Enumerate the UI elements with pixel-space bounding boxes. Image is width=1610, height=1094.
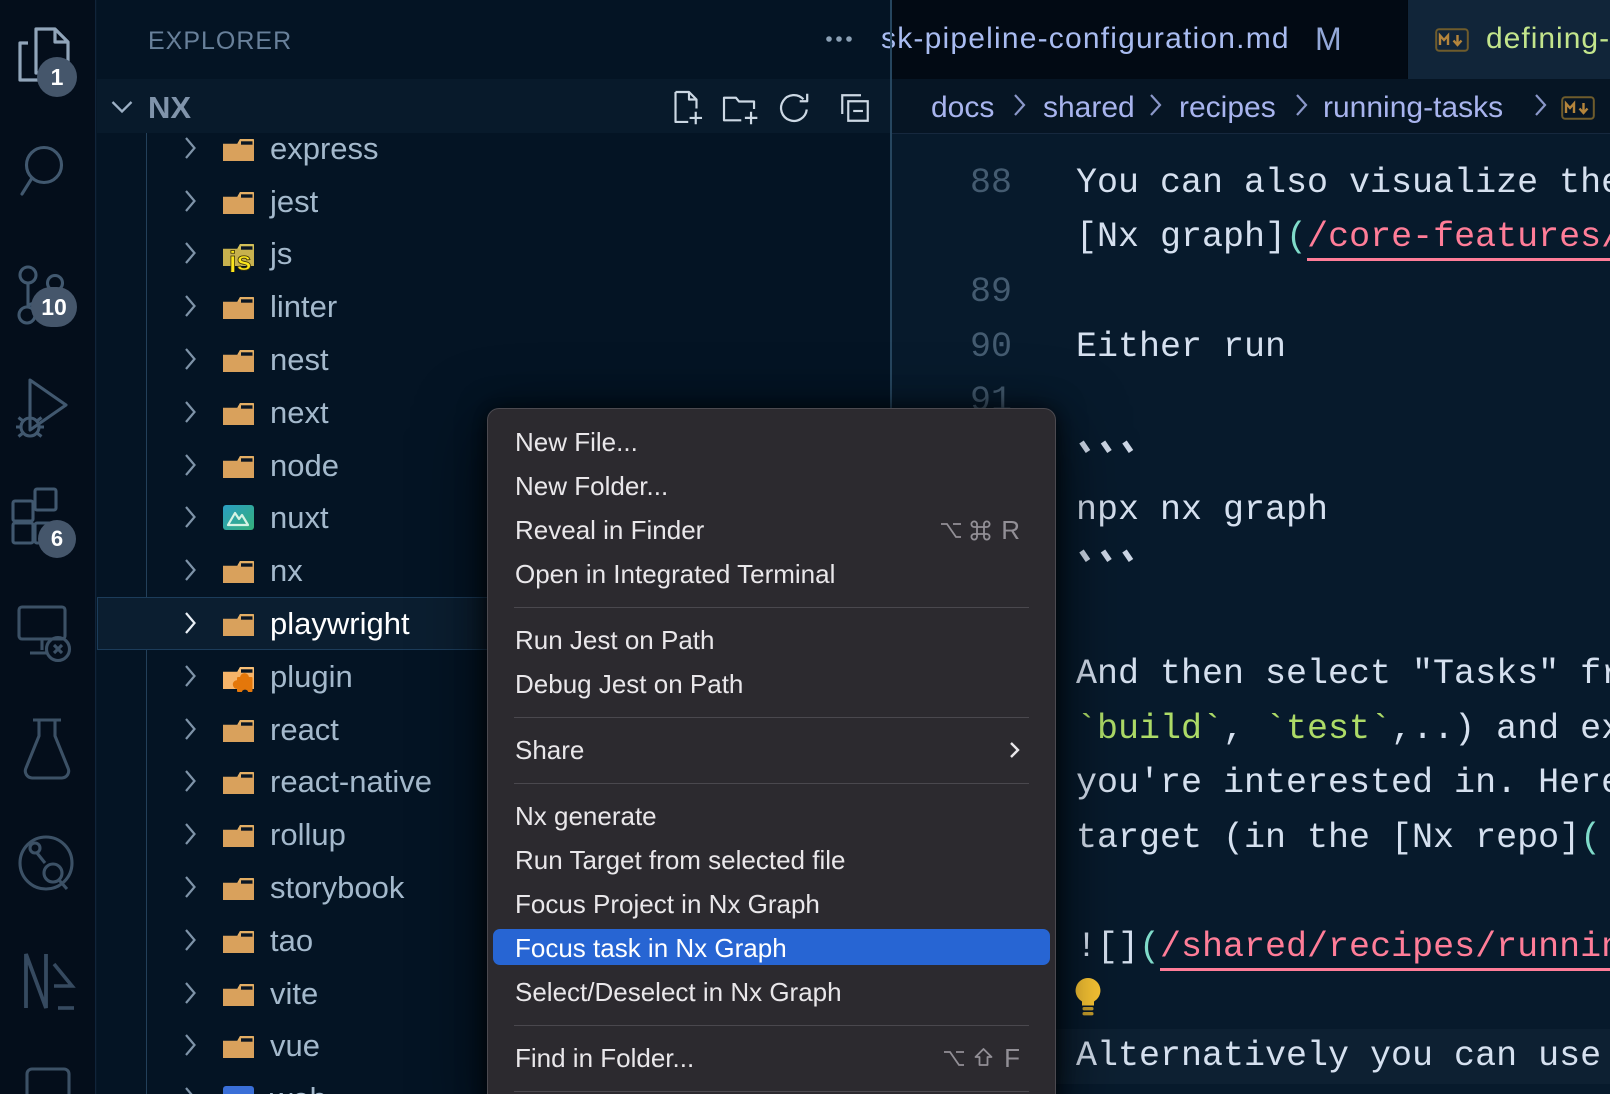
svg-text:js: js bbox=[228, 246, 252, 272]
